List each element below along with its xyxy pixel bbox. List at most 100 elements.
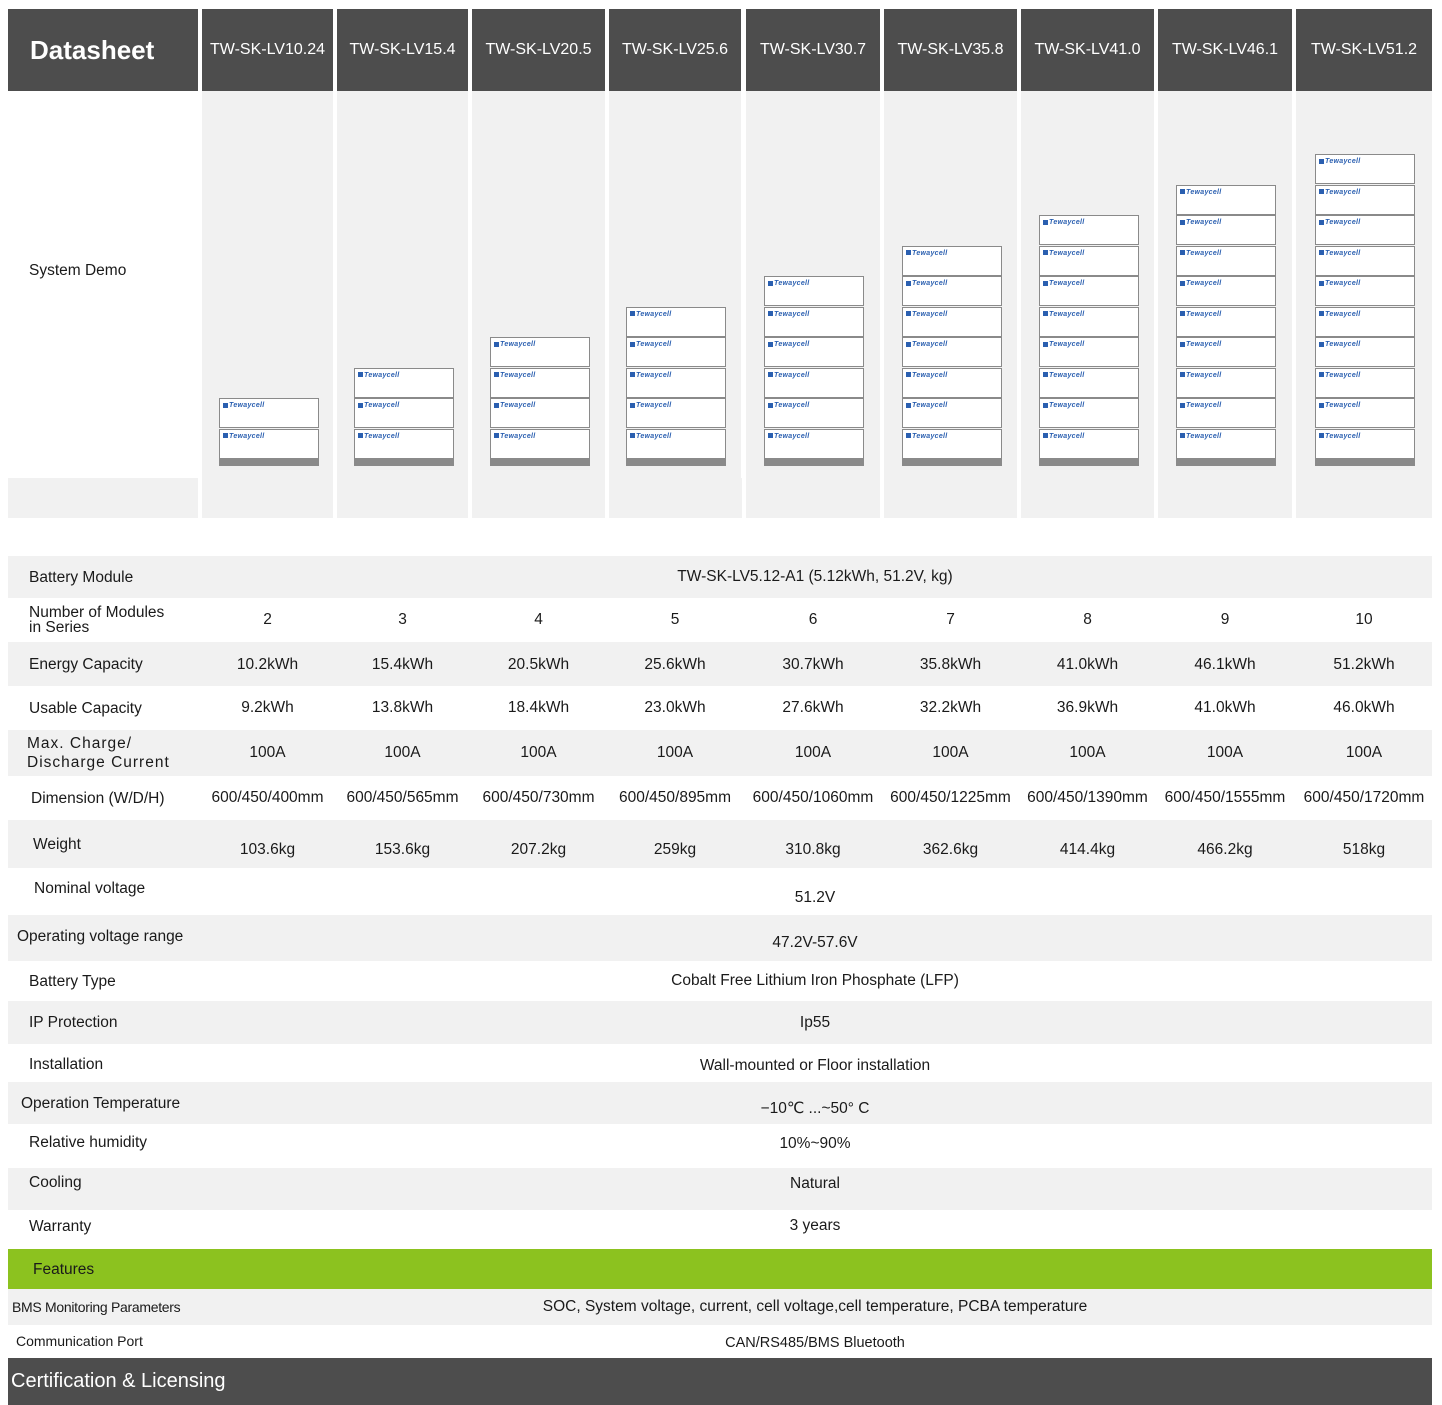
module-logo: Tewaycell [1043,433,1085,440]
usable-capacity-label: Usable Capacity [29,699,142,717]
weight-cell: 103.6kg [239,841,296,858]
max-current-label-line1: Max. Charge/ [27,735,133,752]
cooling-value: Natural [790,1175,840,1192]
module-logo: Tewaycell [906,433,948,440]
module-logo: Tewaycell [1319,433,1361,440]
module-logo: Tewaycell [768,402,810,409]
battery-module: Tewaycell [1039,276,1139,306]
battery-module: Tewaycell [1039,367,1139,398]
module-logo: Tewaycell [768,280,810,287]
battery-module: Tewaycell [902,428,1002,459]
module-logo: Tewaycell [1319,372,1361,379]
modules-in-series-cell: 6 [808,611,818,628]
module-logo: Tewaycell [358,372,400,379]
module-logo: Tewaycell [358,402,400,409]
max-current-cell: 100A [520,744,557,761]
battery-module: Tewaycell [902,398,1002,428]
battery-module: Tewaycell [1176,245,1276,276]
dimension-cell: 600/450/1720mm [1303,789,1425,806]
stack-base [1315,459,1415,466]
battery-module: Tewaycell [1315,215,1415,245]
module-logo: Tewaycell [906,250,948,257]
battery-module-label: Battery Module [29,568,134,586]
module-logo: Tewaycell [1180,311,1222,318]
battery-module: Tewaycell [490,398,590,428]
modules-in-series-cell: 5 [670,611,680,628]
energy-capacity-cell: 51.2kWh [1333,656,1395,673]
battery-module: Tewaycell [1039,398,1139,428]
module-logo: Tewaycell [630,372,672,379]
stack-base [1176,459,1276,466]
module-logo: Tewaycell [494,402,536,409]
battery-stack: Tewaycell Tewaycell Tewaycell Tewaycell Tewa… [902,245,1002,466]
column-gap [605,478,609,556]
module-logo: Tewaycell [494,341,536,348]
module-logo: Tewaycell [1319,280,1361,287]
modules-in-series-cell: 10 [1355,611,1373,628]
model-header: TW-SK-LV25.6 [609,9,741,91]
operating-voltage-label: Operating voltage range [17,927,184,945]
battery-module: Tewaycell [626,428,726,459]
battery-module: Tewaycell [354,428,454,459]
modules-in-series-cell: 3 [398,611,407,628]
dimension-cell: 600/450/1555mm [1164,789,1286,806]
module-logo: Tewaycell [768,311,810,318]
modules-in-series-cell: 8 [1083,611,1092,628]
energy-capacity-cell: 15.4kWh [371,656,434,673]
module-logo: Tewaycell [1180,250,1222,257]
weight-cell: 207.2kg [510,841,567,858]
dimension-cell: 600/450/400mm [211,789,324,806]
battery-stack: Tewaycell Tewaycell Tewaycell Tewaycell Tewa… [764,276,864,466]
module-logo: Tewaycell [906,372,948,379]
battery-module: Tewaycell [1039,306,1139,337]
dimension-cell: 600/450/1390mm [1027,789,1148,806]
dimension-cell: 600/450/1060mm [752,789,874,806]
model-header: TW-SK-LV35.8 [884,9,1017,91]
model-header: TW-SK-LV41.0 [1021,9,1154,91]
energy-capacity-cell: 10.2kWh [236,656,299,673]
usable-capacity-cell: 36.9kWh [1056,699,1119,716]
module-logo: Tewaycell [768,341,810,348]
bms-label: BMS Monitoring Parameters [12,1298,181,1315]
module-logo: Tewaycell [906,341,948,348]
energy-capacity-cell: 25.6kWh [644,656,706,673]
max-current-cell: 100A [794,744,832,761]
battery-module: Tewaycell [902,306,1002,337]
battery-module: Tewaycell [1315,184,1415,215]
battery-module: Tewaycell [1315,398,1415,428]
usable-capacity-cell: 46.0kWh [1333,699,1395,716]
module-logo: Tewaycell [630,402,672,409]
battery-module: Tewaycell [1176,398,1276,428]
installation-value: Wall-mounted or Floor installation [699,1057,931,1074]
max-current-cell: 100A [1345,744,1383,761]
modules-label: Number of Modules in Series [8,598,198,642]
module-logo: Tewaycell [494,433,536,440]
battery-stack: Tewaycell Tewaycell Tewaycell Tewaycell Tewa… [626,306,726,466]
battery-module: Tewaycell [1315,306,1415,337]
battery-module: Tewaycell [1039,245,1139,276]
battery-module: Tewaycell [902,367,1002,398]
usable-capacity-cell: 13.8kWh [371,699,434,716]
usable-capacity-cell: 23.0kWh [644,699,706,716]
battery-module: Tewaycell [490,337,590,367]
battery-module: Tewaycell [1176,367,1276,398]
module-logo: Tewaycell [630,341,672,348]
nominal-voltage-value: 51.2V [794,889,836,906]
dimension-cell: 600/450/730mm [482,789,595,806]
features-header: Features [8,1249,1432,1289]
battery-module: Tewaycell [1315,428,1415,459]
module-logo: Tewaycell [1180,280,1222,287]
usable-capacity-cell: 32.2kWh [919,699,982,716]
energy-capacity-cell: 30.7kWh [782,656,844,673]
installation-label: Installation [29,1055,104,1073]
bms-value: SOC, System voltage, current, cell volta… [542,1298,1088,1315]
battery-module: Tewaycell [219,428,319,459]
weight-cell: 466.2kg [1197,841,1253,858]
weight-label: Weight [33,835,81,853]
battery-module: Tewaycell [1176,215,1276,245]
battery-module: Tewaycell [764,337,864,367]
max-current-cell: 100A [1206,744,1244,761]
battery-module: Tewaycell [764,398,864,428]
module-logo: Tewaycell [1043,341,1085,348]
warranty-label: Warranty [29,1217,92,1235]
